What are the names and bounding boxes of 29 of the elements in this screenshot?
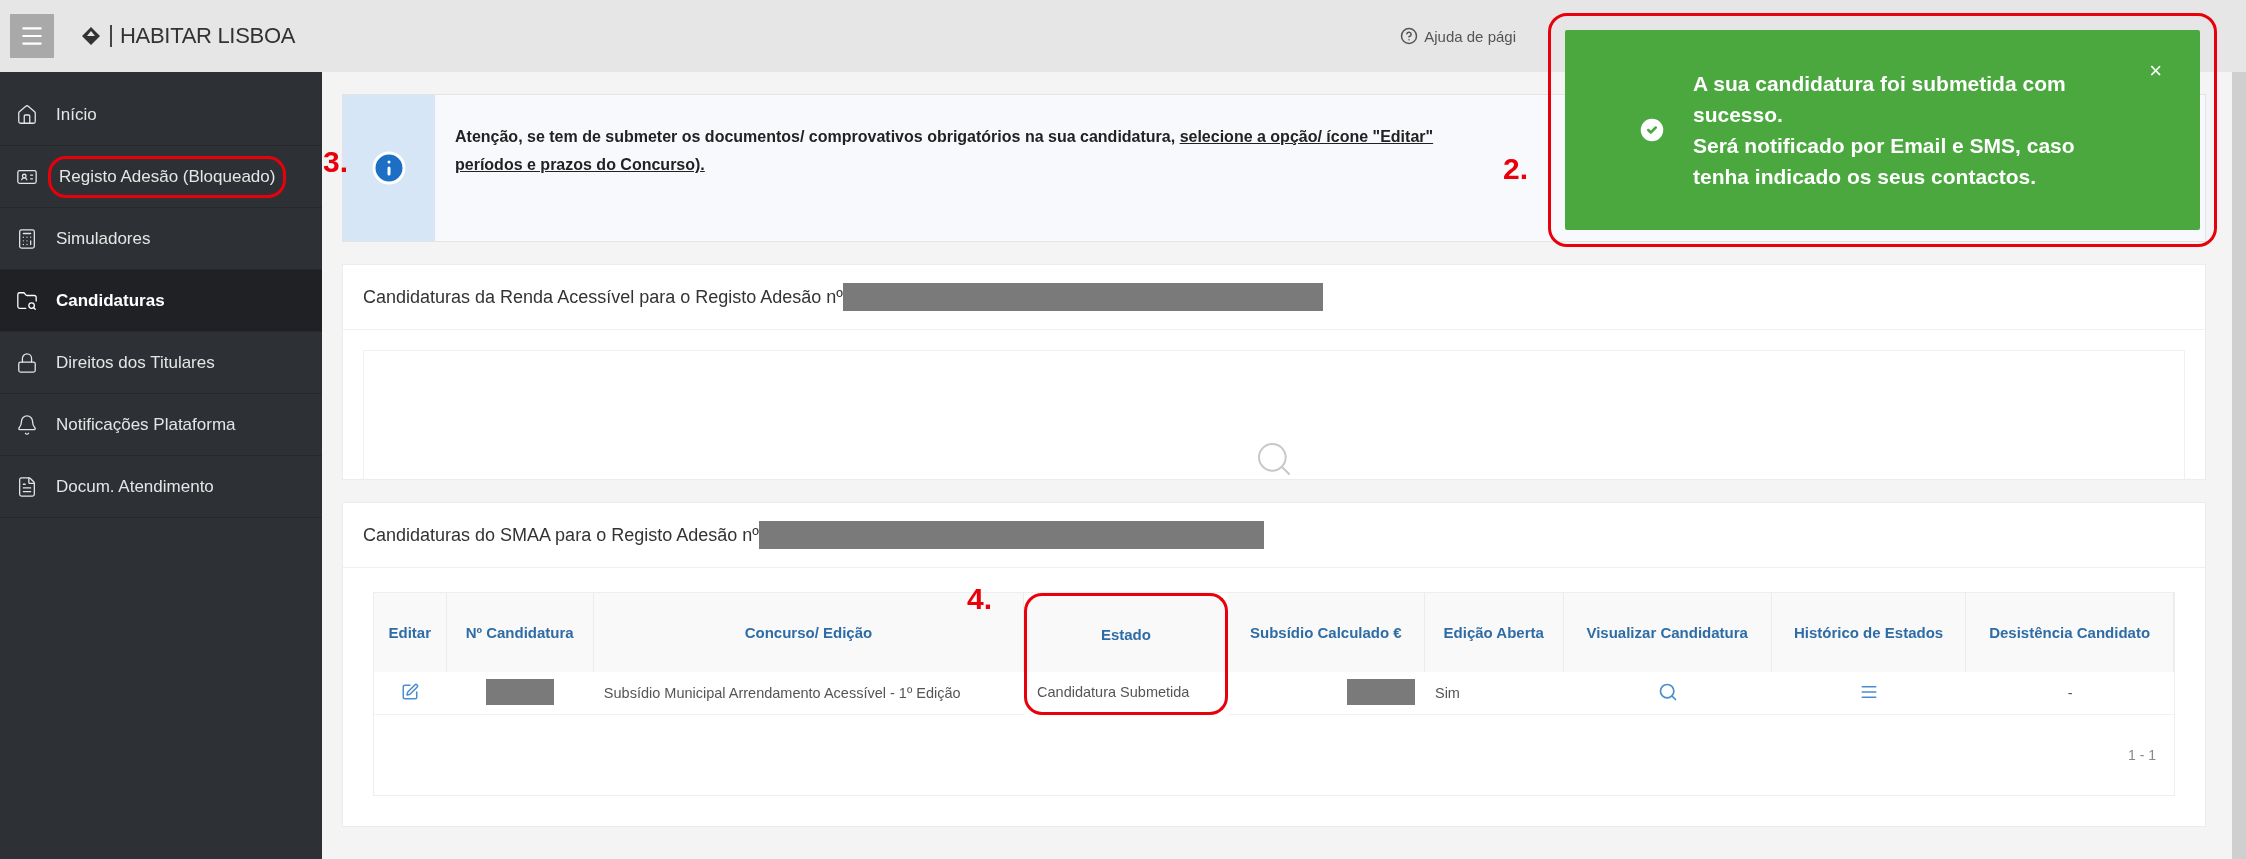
section-title: Candidaturas do SMAA para o Registo Adesão nº [363,524,759,546]
toast-message: A sua candidatura foi submetida com sucesso. [1693,71,2067,128]
column-header: Nº Candidatura [446,593,594,672]
column-header: Editar [374,593,447,672]
sidebar-item[interactable]: Direitos dos Titulares [0,332,322,394]
callout-number: 4. [967,582,993,616]
column-header: Edição Aberta [1424,593,1564,672]
table-cell: Sim [1434,685,1460,701]
edit-option-link[interactable]: selecione a opção/ ícone "Editar" [1179,128,1434,145]
column-header: Subsídio Calculado € [1227,593,1425,672]
callout-number: 2. [1503,152,1529,186]
pagination-text: 1 - 1 [2128,747,2156,763]
sidebar-item[interactable]: Notificações Plataforma [0,394,322,456]
sidebar-item[interactable]: Candidaturas [0,270,322,332]
help-link[interactable]: Ajuda de pági [1400,27,1516,45]
deadlines-link[interactable]: períodos e prazos do Concurso). [455,156,705,173]
brand-name: HABITAR LISBOA [110,25,296,47]
column-header: Visualizar Candidatura [1563,593,1772,672]
section-title: Candidaturas da Renda Acessível para o Registo Adesão nº [363,286,843,308]
callout-number: 3. [323,145,349,179]
table-cell: Candidatura Submetida [1037,684,1190,700]
table-cell: - [2067,685,2073,701]
sidebar-item[interactable]: Docum. Atendimento [0,456,322,518]
column-header: Desistência Candidato [1966,593,2174,672]
toast-message: Será notificado por Email e SMS, caso tenha indicado os seus contactos. [1693,133,2076,190]
table-cell: Subsídio Municipal Arrendamento Acessível - 1º Edição [603,685,961,701]
column-header: Histórico de Estados [1771,593,1967,672]
notice-text: Atenção, se tem de submeter os documentos/ comprovativos obrigatórios na sua candidatura, selecione a opção/ ícone "Editar" períodos e prazos do Concurso). [454,127,1435,175]
sidebar-item[interactable]: Início [0,84,322,146]
